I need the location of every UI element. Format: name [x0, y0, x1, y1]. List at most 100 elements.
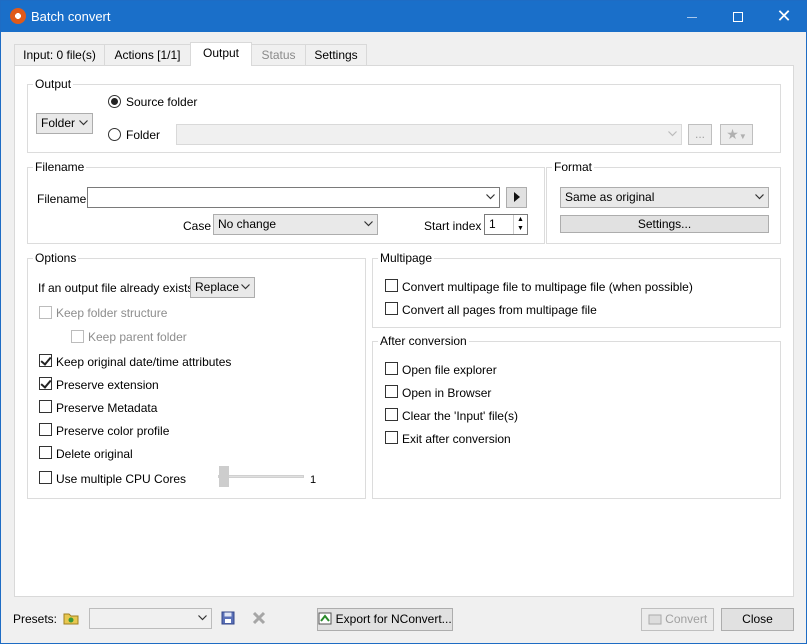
multipage-group-label: Multipage [378, 251, 435, 265]
start-index-label: Start index [424, 219, 482, 233]
output-type-value: Folder [41, 116, 76, 130]
source-folder-radio[interactable] [108, 95, 121, 108]
folder-radio[interactable] [108, 128, 121, 141]
keep-parent-folder-checkbox[interactable] [71, 330, 84, 343]
convert-icon [648, 612, 662, 626]
export-nconvert-button[interactable]: Export for NConvert... [317, 608, 453, 631]
preserve-color-profile-label: Preserve color profile [56, 424, 170, 438]
play-arrow-icon [513, 191, 521, 205]
tab-actions-label: Actions [1/1] [114, 48, 181, 62]
favorites-button[interactable]: ★▼ [720, 124, 753, 145]
after-conversion-group-label: After conversion [378, 334, 469, 348]
format-select[interactable]: Same as original [560, 187, 769, 208]
export-icon [318, 612, 332, 626]
folder-path-input[interactable] [176, 124, 682, 145]
output-group: Output Folder Source folder Folder ... ★… [27, 77, 781, 153]
browse-folder-button[interactable]: ... [688, 124, 712, 145]
filename-group: Filename Filename Case No change Start i… [27, 160, 545, 244]
exit-after-label: Exit after conversion [402, 432, 511, 446]
preserve-metadata-label: Preserve Metadata [56, 401, 158, 415]
presets-label: Presets: [13, 612, 58, 626]
filename-field-label: Filename [37, 192, 87, 206]
maximize-button[interactable] [715, 1, 761, 32]
delete-original-checkbox[interactable] [39, 446, 52, 459]
cores-value: 1 [310, 474, 317, 486]
exit-after-checkbox[interactable] [385, 431, 398, 444]
output-group-label: Output [33, 77, 74, 91]
tab-status[interactable]: Status [251, 44, 306, 65]
keep-folder-structure-checkbox[interactable] [39, 306, 52, 319]
output-type-select[interactable]: Folder [36, 113, 93, 134]
start-index-spinner[interactable]: 1 ▲ ▼ [484, 214, 528, 235]
minimize-button[interactable] [669, 1, 715, 32]
chevron-down-icon [755, 188, 764, 200]
preserve-extension-label: Preserve extension [56, 378, 159, 392]
cores-slider[interactable] [218, 466, 304, 488]
convert-multipage-label: Convert multipage file to multipage file… [402, 280, 693, 294]
format-settings-button[interactable]: Settings... [560, 215, 769, 233]
case-label: Case [183, 219, 212, 233]
start-index-value: 1 [489, 217, 496, 231]
delete-preset-icon[interactable] [252, 611, 266, 625]
file-exists-select[interactable]: Replace [190, 277, 255, 298]
open-browser-checkbox[interactable] [385, 385, 398, 398]
tab-actions[interactable]: Actions [1/1] [104, 44, 191, 65]
window-title: Batch convert [31, 9, 111, 24]
open-preset-folder-icon[interactable] [63, 611, 80, 625]
delete-original-label: Delete original [56, 447, 133, 461]
chevron-down-icon [198, 609, 207, 621]
tab-input-label: Input: 0 file(s) [23, 48, 96, 62]
keep-datetime-checkbox[interactable] [39, 354, 52, 367]
keep-folder-structure-label: Keep folder structure [56, 306, 168, 320]
tab-output-label: Output [202, 46, 240, 60]
multiple-cores-checkbox[interactable] [39, 471, 52, 484]
minimize-icon [687, 16, 697, 18]
chevron-down-icon [486, 188, 495, 200]
spinner-arrows-icon[interactable]: ▲ ▼ [513, 215, 527, 234]
close-button[interactable]: Close [721, 608, 794, 631]
tab-output[interactable]: Output [190, 42, 252, 66]
convert-all-pages-label: Convert all pages from multipage file [402, 303, 597, 317]
chevron-down-icon [79, 114, 88, 126]
format-settings-label: Settings... [637, 217, 692, 231]
options-group: Options If an output file already exists… [27, 251, 366, 499]
multipage-group: Multipage Convert multipage file to mult… [372, 251, 781, 328]
chevron-down-icon [364, 215, 373, 227]
filename-input[interactable] [87, 187, 500, 208]
presets-select[interactable] [89, 608, 212, 629]
close-window-button[interactable]: ✕ [761, 1, 807, 32]
clear-input-checkbox[interactable] [385, 408, 398, 421]
convert-multipage-checkbox[interactable] [385, 279, 398, 292]
tab-input[interactable]: Input: 0 file(s) [14, 44, 105, 65]
keep-parent-folder-label: Keep parent folder [88, 330, 187, 344]
insert-macro-button[interactable] [506, 187, 527, 208]
open-explorer-checkbox[interactable] [385, 362, 398, 375]
chevron-down-icon [668, 125, 677, 137]
convert-all-pages-checkbox[interactable] [385, 302, 398, 315]
close-icon: ✕ [776, 6, 792, 26]
convert-button[interactable]: Convert [641, 608, 714, 631]
clear-input-label: Clear the 'Input' file(s) [402, 409, 518, 423]
format-value: Same as original [565, 190, 655, 204]
browse-label: ... [694, 127, 705, 141]
chevron-down-icon: ▼ [738, 132, 747, 141]
batch-convert-window: Batch convert ✕ Input: 0 file(s) Actions… [0, 0, 807, 644]
preserve-metadata-checkbox[interactable] [39, 400, 52, 413]
case-select[interactable]: No change [213, 214, 378, 235]
close-label: Close [742, 612, 773, 626]
save-preset-icon[interactable] [221, 611, 235, 625]
file-exists-value: Replace [195, 280, 240, 294]
format-group-label: Format [552, 160, 595, 174]
tab-settings[interactable]: Settings [305, 44, 367, 65]
keep-datetime-label: Keep original date/time attributes [56, 355, 232, 369]
case-value: No change [218, 217, 277, 231]
app-icon [10, 8, 26, 24]
preserve-extension-checkbox[interactable] [39, 377, 52, 390]
convert-label: Convert [665, 612, 708, 626]
preserve-color-profile-checkbox[interactable] [39, 423, 52, 436]
tab-status-label: Status [261, 48, 296, 62]
star-icon: ★ [726, 126, 739, 142]
output-tab-page: Output Folder Source folder Folder ... ★… [14, 65, 794, 597]
title-bar: Batch convert ✕ [1, 1, 806, 32]
slider-thumb[interactable] [219, 466, 229, 487]
